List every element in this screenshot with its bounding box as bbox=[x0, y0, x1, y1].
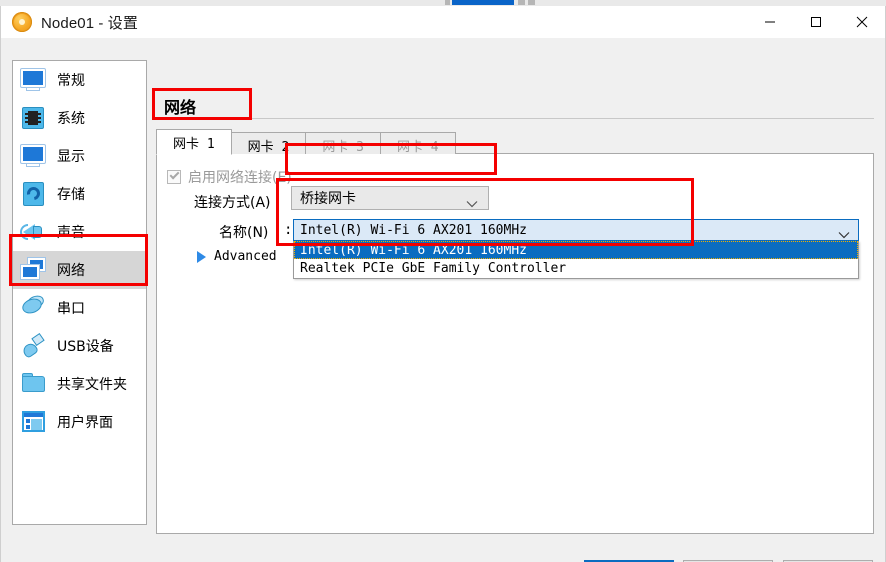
name-label: 名称(N) bbox=[219, 225, 269, 241]
window-title: Node01 - 设置 bbox=[41, 14, 138, 32]
settings-window-root: Node01 - 设置 常规 系统 显示 存储 声音 网络 串口 USB设备 共… bbox=[0, 0, 886, 562]
adapter-tabs[interactable]: 网卡 1 网卡 2 网卡 3 网卡 4 bbox=[156, 129, 874, 157]
sidebar-item-label: 共享文件夹 bbox=[57, 377, 127, 393]
sidebar-item-label: 网络 bbox=[57, 263, 85, 279]
attached-to-value: 桥接网卡 bbox=[300, 191, 356, 207]
folder-icon bbox=[19, 370, 47, 398]
name-combobox-value: Intel(R) Wi-Fi 6 AX201 160MHz bbox=[300, 222, 527, 238]
sidebar-item-shared-folders[interactable]: 共享文件夹 bbox=[13, 365, 146, 403]
tab-adapter-1[interactable]: 网卡 1 bbox=[156, 129, 232, 155]
chip-icon bbox=[19, 104, 47, 132]
speaker-icon bbox=[19, 218, 47, 246]
user-interface-icon bbox=[19, 408, 47, 436]
name-combobox[interactable]: Intel(R) Wi-Fi 6 AX201 160MHz bbox=[293, 219, 859, 241]
maximize-icon[interactable] bbox=[793, 6, 839, 38]
sidebar-item-label: 用户界面 bbox=[57, 415, 113, 431]
sidebar-item-label: 串口 bbox=[57, 301, 85, 317]
enable-network-adapter-checkbox[interactable]: 启用网络连接(E) bbox=[167, 167, 292, 187]
display-icon bbox=[19, 142, 47, 170]
sidebar-item-label: 常规 bbox=[57, 73, 85, 89]
sidebar-item-user-interface[interactable]: 用户界面 bbox=[13, 403, 146, 441]
sidebar-item-storage[interactable]: 存储 bbox=[13, 175, 146, 213]
dropdown-option-realtek-gbe[interactable]: Realtek PCIe GbE Family Controller bbox=[294, 259, 858, 277]
sidebar-item-usb[interactable]: USB设备 bbox=[13, 327, 146, 365]
sidebar-item-audio[interactable]: 声音 bbox=[13, 213, 146, 251]
taskbar-chip bbox=[445, 0, 450, 5]
attached-to-label: 连接方式(A) bbox=[194, 195, 271, 211]
sidebar-item-label: USB设备 bbox=[57, 339, 114, 355]
serial-port-icon bbox=[19, 293, 47, 322]
sidebar-item-display[interactable]: 显示 bbox=[13, 137, 146, 175]
name-dropdown-list[interactable]: Intel(R) Wi-Fi 6 AX201 160MHz Realtek PC… bbox=[293, 241, 859, 279]
page-title: 网络 bbox=[164, 98, 197, 117]
usb-icon bbox=[19, 332, 47, 360]
sidebar-item-serial-ports[interactable]: 串口 bbox=[13, 289, 146, 327]
title-bar[interactable]: Node01 - 设置 bbox=[1, 6, 885, 38]
settings-window: Node01 - 设置 常规 系统 显示 存储 声音 网络 串口 USB设备 共… bbox=[0, 6, 886, 562]
window-content: 常规 系统 显示 存储 声音 网络 串口 USB设备 共享文件夹 用户界面 网络… bbox=[1, 38, 885, 562]
sidebar-item-label: 显示 bbox=[57, 149, 85, 165]
checkbox-box[interactable] bbox=[167, 169, 181, 184]
triangle-right-icon bbox=[197, 250, 206, 263]
taskbar-chip bbox=[518, 0, 525, 5]
sidebar-item-system[interactable]: 系统 bbox=[13, 99, 146, 137]
enable-network-adapter-label: 启用网络连接(E) bbox=[188, 170, 292, 186]
sidebar-item-label: 声音 bbox=[57, 225, 85, 241]
name-label-separator: : bbox=[284, 222, 293, 238]
sidebar-item-label: 系统 bbox=[57, 111, 85, 127]
virtualbox-settings-icon bbox=[12, 12, 32, 32]
chevron-down-icon bbox=[466, 195, 478, 213]
sidebar-item-general[interactable]: 常规 bbox=[13, 61, 146, 99]
taskbar-chip bbox=[528, 0, 535, 5]
minimize-icon[interactable] bbox=[747, 6, 793, 38]
sidebar-item-network[interactable]: 网络 bbox=[13, 251, 146, 289]
window-controls bbox=[747, 6, 885, 38]
settings-category-list[interactable]: 常规 系统 显示 存储 声音 网络 串口 USB设备 共享文件夹 用户界面 bbox=[12, 60, 147, 525]
harddisk-icon bbox=[19, 180, 47, 208]
close-icon[interactable] bbox=[839, 6, 885, 38]
dropdown-option-intel-wifi[interactable]: Intel(R) Wi-Fi 6 AX201 160MHz bbox=[294, 241, 858, 259]
attached-to-combobox[interactable]: 桥接网卡 bbox=[291, 186, 489, 210]
sidebar-item-label: 存储 bbox=[57, 187, 85, 203]
network-icon bbox=[19, 256, 47, 284]
taskbar-active-chip bbox=[452, 0, 514, 5]
advanced-disclosure[interactable]: Advanced bbox=[197, 249, 277, 264]
advanced-label: Advanced bbox=[214, 249, 277, 264]
monitor-icon bbox=[19, 66, 47, 94]
title-divider bbox=[156, 118, 874, 119]
